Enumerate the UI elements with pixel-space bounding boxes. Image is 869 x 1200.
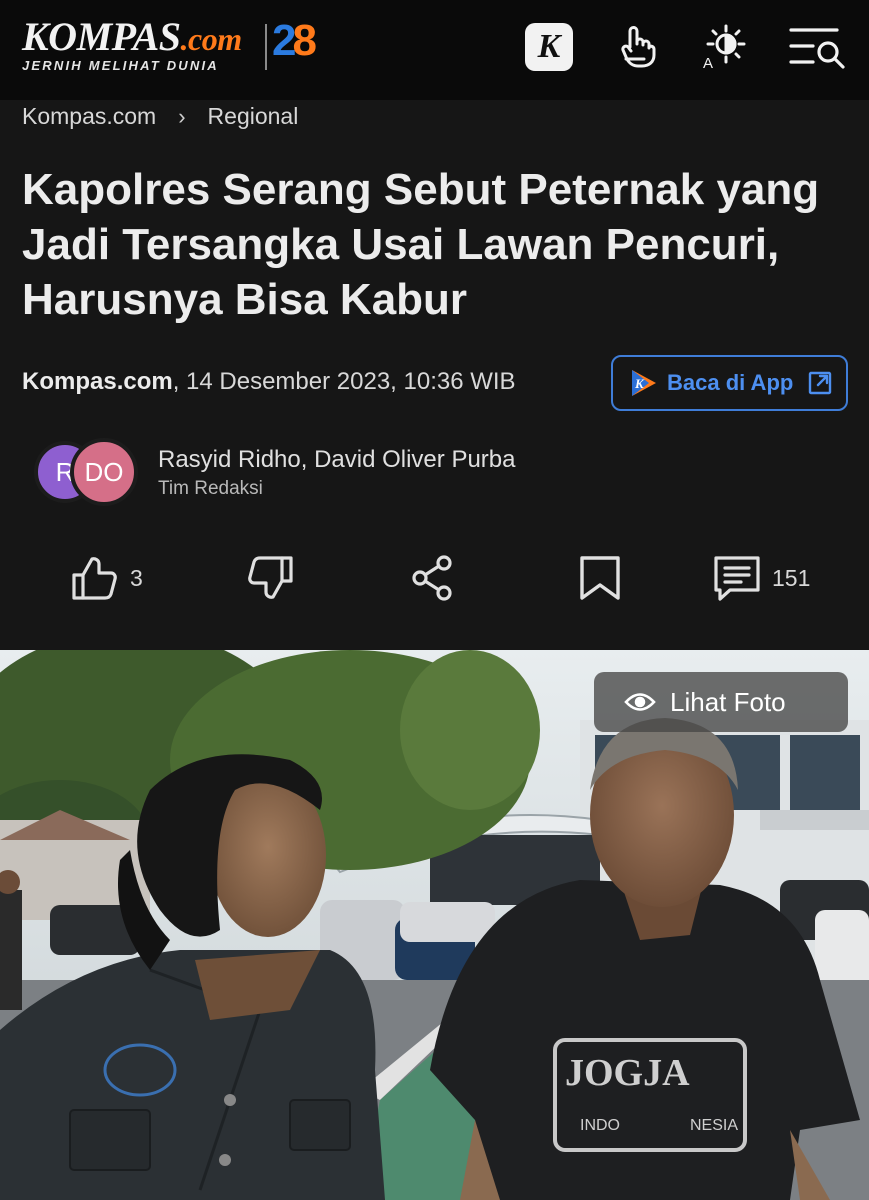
like-button[interactable]: 3 [70, 550, 143, 606]
kompas-k-button[interactable]: K [524, 22, 574, 72]
eye-icon [624, 693, 656, 711]
top-bar: KOMPAS.com JERNIH MELIHAT DUNIA 28 K A [0, 0, 869, 100]
app-logo-letter: K [634, 376, 645, 391]
pointing-hand-icon [621, 26, 656, 68]
comment-icon [714, 556, 760, 601]
breadcrumb-section-link[interactable]: Regional [208, 103, 299, 130]
bookmark-button[interactable] [578, 550, 622, 606]
article-date: , 14 Desember 2023, 10:36 WIB [172, 368, 516, 395]
logo-name: KOMPAS [22, 14, 181, 59]
anniversary-badge: 28 [272, 16, 317, 66]
editorial-team-label: Tim Redaksi [158, 478, 263, 499]
view-photo-button[interactable]: Lihat Foto [594, 672, 848, 732]
pointing-hand-button[interactable] [612, 22, 662, 72]
logo-tagline: JERNIH MELIHAT DUNIA [22, 58, 219, 73]
read-in-app-button[interactable]: K Baca di App [611, 355, 848, 411]
menu-search-button[interactable] [788, 22, 848, 72]
article-source: Kompas.com [22, 368, 173, 395]
menu-search-icon [789, 28, 845, 69]
article-actions: 3 151 [0, 550, 869, 610]
view-photo-label: Lihat Foto [670, 686, 786, 717]
article-photo[interactable]: JOGJA INDO NESIA [0, 650, 869, 1200]
bookmark-icon [580, 556, 620, 600]
breadcrumb-home-link[interactable]: Kompas.com [22, 103, 156, 130]
share-button[interactable] [408, 550, 458, 606]
thumbs-down-icon [248, 556, 293, 599]
thumbs-up-icon [72, 557, 117, 600]
share-icon [412, 555, 452, 601]
logo-divider [265, 24, 267, 70]
article-meta: Kompas.com, 14 Desember 2023, 10:36 WIB [22, 368, 516, 396]
shirt-text-1: JOGJA [565, 1052, 690, 1094]
shirt-text-3: NESIA [690, 1117, 738, 1134]
brightness-icon: A [703, 24, 746, 72]
article-title: Kapolres Serang Sebut Peternak yang Jadi… [22, 165, 820, 324]
like-count: 3 [130, 564, 143, 591]
anniversary-digit-2: 8 [292, 16, 317, 65]
k-icon: K [525, 23, 573, 71]
kompas-logo[interactable]: KOMPAS.com JERNIH MELIHAT DUNIA [22, 17, 243, 74]
read-in-app-label: Baca di App [667, 370, 794, 395]
anniversary-digit-1: 2 [272, 16, 297, 65]
dislike-button[interactable] [243, 550, 295, 606]
author-avatars[interactable]: R DO [34, 438, 144, 508]
logo-suffix: .com [180, 21, 243, 57]
comments-button[interactable]: 151 [712, 550, 810, 606]
kompas-app-icon: K [632, 370, 656, 396]
external-link-icon [808, 371, 832, 395]
breadcrumb: Kompas.com › Regional [22, 103, 298, 130]
shirt-text-2: INDO [580, 1117, 620, 1134]
chevron-right-icon: › [178, 103, 186, 129]
brightness-button[interactable]: A [700, 22, 750, 72]
article-photo-image: JOGJA INDO NESIA [0, 650, 869, 1200]
logo-wordmark: KOMPAS.com [22, 17, 243, 57]
avatar: DO [70, 438, 138, 506]
author-names[interactable]: Rasyid Ridho, David Oliver Purba [158, 446, 515, 474]
svg-text:A: A [703, 55, 713, 72]
comment-count: 151 [772, 564, 811, 591]
